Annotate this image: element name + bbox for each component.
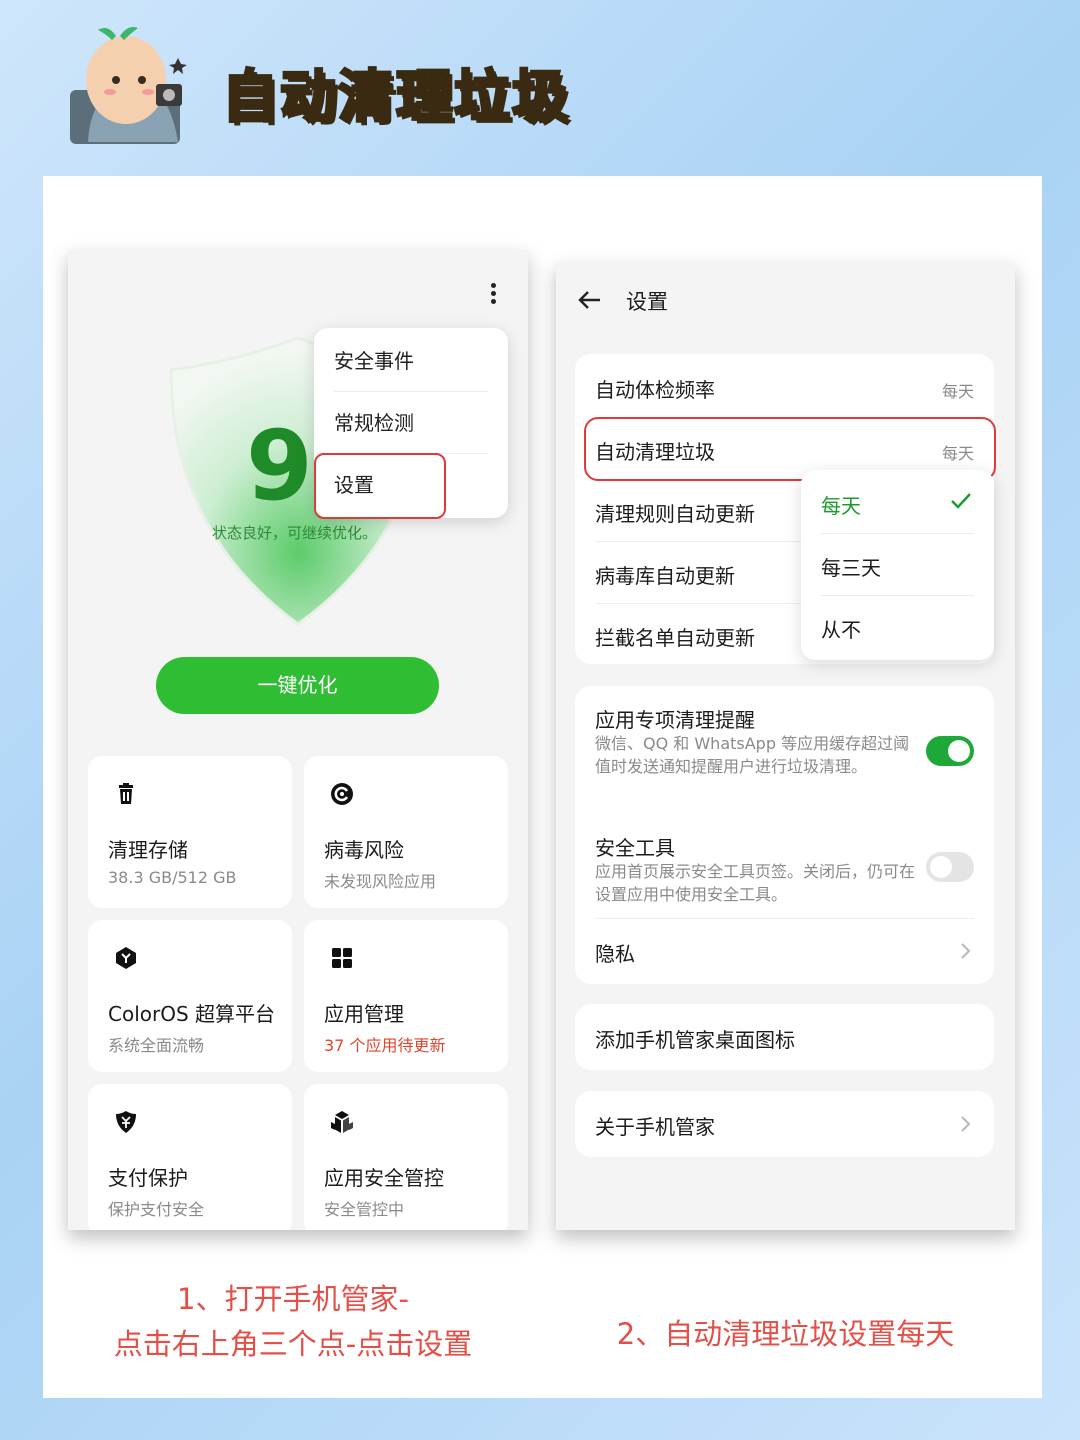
coloros-icon: [116, 947, 136, 969]
settings-group-shortcut: 添加手机管家桌面图标: [575, 1004, 994, 1070]
menu-item-security-events[interactable]: 安全事件: [334, 330, 488, 392]
security-tools-toggle[interactable]: [926, 852, 974, 882]
setting-label: 添加手机管家桌面图标: [595, 1028, 795, 1052]
tile-subtitle: 38.3 GB/512 GB: [108, 868, 237, 887]
tile-clean-storage[interactable]: 清理存储 38.3 GB/512 GB: [88, 756, 292, 908]
setting-description: 微信、QQ 和 WhatsApp 等应用缓存超过阈值时发送通知提醒用户进行垃圾清…: [595, 734, 910, 776]
setting-label: 病毒库自动更新: [595, 564, 735, 588]
app-grid-icon: [332, 948, 352, 968]
tile-title: 清理存储: [108, 838, 188, 862]
setting-value: 每天: [941, 382, 974, 401]
caption-step2: 2、自动清理垃圾设置每天: [616, 1317, 955, 1351]
setting-label: 隐私: [595, 942, 635, 966]
tile-coloros-platform[interactable]: ColorOS 超算平台 系统全面流畅: [88, 920, 292, 1072]
setting-add-desktop-icon[interactable]: 添加手机管家桌面图标: [595, 1006, 974, 1068]
setting-privacy[interactable]: 隐私: [595, 920, 974, 982]
caption-step1-line2: 点击右上角三个点-点击设置: [113, 1327, 473, 1361]
setting-about[interactable]: 关于手机管家: [595, 1093, 974, 1155]
virus-scan-icon: [331, 783, 353, 805]
caption-step1-line1: 1、打开手机管家-: [177, 1282, 409, 1316]
frequency-dropdown: 每天 每三天 从不: [801, 470, 994, 660]
option-every-three-days[interactable]: 每三天: [821, 534, 974, 596]
tile-title: 应用管理: [324, 1002, 404, 1026]
settings-group-about: 关于手机管家: [575, 1091, 994, 1157]
cubes-icon: [331, 1111, 353, 1133]
option-never[interactable]: 从不: [821, 596, 974, 658]
setting-label: 清理规则自动更新: [595, 502, 755, 526]
tile-subtitle: 37 个应用待更新: [324, 1036, 446, 1055]
setting-label: 自动体检频率: [595, 378, 715, 402]
setting-label: 应用专项清理提醒: [595, 708, 755, 732]
menu-item-routine-check[interactable]: 常规检测: [334, 392, 488, 454]
tile-title: ColorOS 超算平台: [108, 1002, 276, 1026]
setting-auto-checkup-frequency[interactable]: 自动体检频率 每天: [595, 356, 974, 418]
tile-subtitle: 未发现风险应用: [324, 872, 437, 891]
tile-title: 支付保护: [108, 1166, 188, 1190]
tile-title: 病毒风险: [324, 838, 404, 862]
phone-settings-screen: 设置 自动体检频率 每天 自动清理垃圾 每天 清理规则自动更新 病毒库自动更新 …: [556, 262, 1015, 1230]
app-clean-reminder-toggle[interactable]: [926, 736, 974, 766]
page-title: 设置: [626, 290, 668, 314]
setting-label: 安全工具: [595, 836, 675, 860]
mascot-illustration: [70, 27, 187, 144]
tile-app-management[interactable]: 应用管理 37 个应用待更新: [304, 920, 508, 1072]
one-tap-optimize-button[interactable]: 一键优化: [156, 657, 439, 714]
tile-virus-risk[interactable]: 病毒风险 未发现风险应用: [304, 756, 508, 908]
tile-payment-protection[interactable]: 支付保护 保护支付安全: [88, 1084, 292, 1230]
option-daily[interactable]: 每天: [821, 472, 974, 534]
chevron-right-icon: [961, 1116, 971, 1132]
chevron-right-icon: [961, 943, 971, 959]
setting-label: 关于手机管家: [595, 1115, 715, 1139]
setting-description: 应用首页展示安全工具页签。关闭后，仍可在设置应用中使用安全工具。: [595, 862, 916, 904]
tile-subtitle: 保护支付安全: [108, 1200, 205, 1219]
health-status: 状态良好，可继续优化。: [212, 524, 378, 542]
payment-shield-icon: [116, 1111, 136, 1133]
tile-title: 应用安全管控: [324, 1166, 444, 1190]
tile-subtitle: 系统全面流畅: [108, 1036, 205, 1055]
checkmark-icon: [951, 493, 971, 509]
phone-home-screen: 95 状态良好，可继续优化。 安全事件 常规检测 设置 一键优化 清理存储 38…: [68, 250, 528, 1230]
tile-app-security-control[interactable]: 应用安全管控 安全管控中: [304, 1084, 508, 1230]
more-options-icon[interactable]: [486, 280, 500, 310]
banner-title: 自动清理垃圾: [221, 64, 570, 132]
tile-subtitle: 安全管控中: [324, 1200, 405, 1219]
setting-label: 拦截名单自动更新: [595, 626, 755, 650]
trash-icon: [119, 783, 133, 804]
back-arrow-icon[interactable]: [576, 286, 604, 314]
settings-group-features: 应用专项清理提醒 微信、QQ 和 WhatsApp 等应用缓存超过阈值时发送通知…: [575, 686, 994, 984]
highlight-box-settings: [314, 453, 446, 519]
